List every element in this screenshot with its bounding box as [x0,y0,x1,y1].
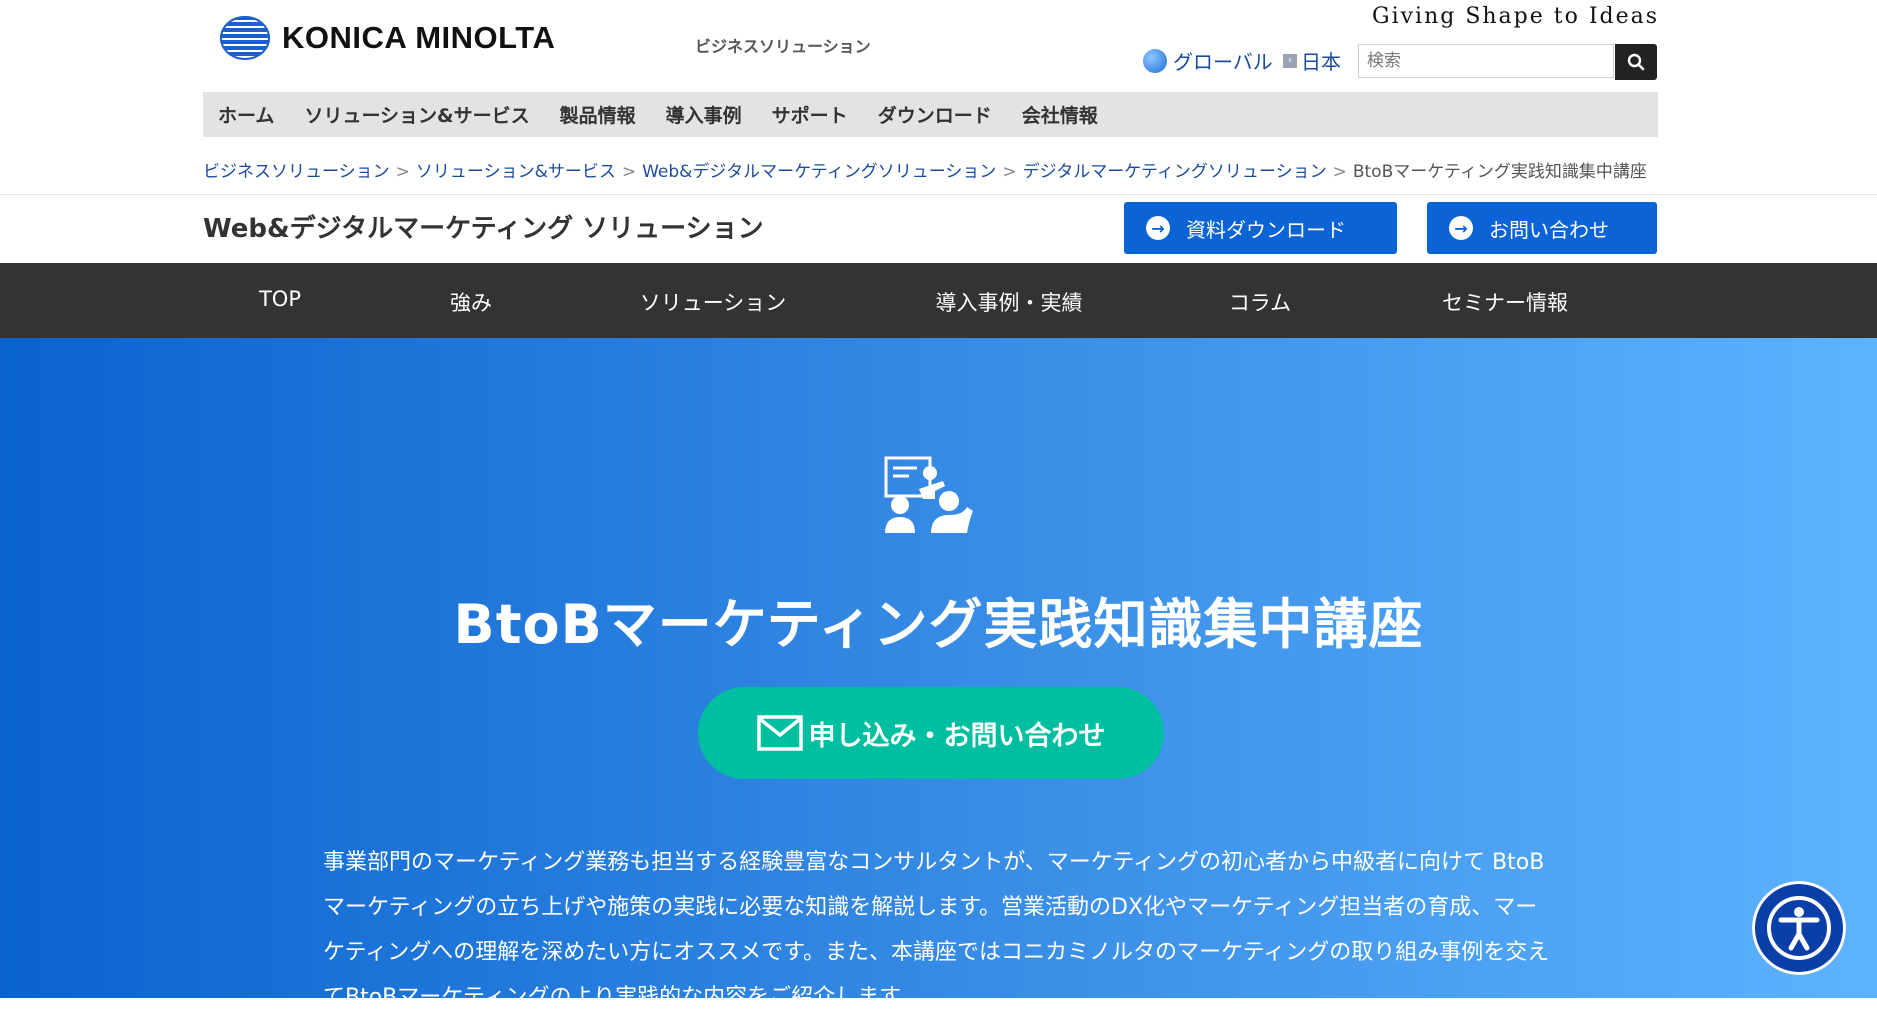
main-nav-item-home[interactable]: ホーム [218,101,274,128]
breadcrumb-link[interactable]: ソリューション&サービス [416,162,616,182]
apply-contact-button[interactable]: 申し込み・お問い合わせ [698,687,1164,779]
breadcrumb-current: BtoBマーケティング実践知識集中講座 [1352,162,1647,182]
lang-japan-label: 日本 [1301,50,1341,74]
breadcrumb-separator: > [1002,162,1017,182]
section-nav-item-seminar[interactable]: セミナー情報 [1442,287,1568,317]
main-nav-item-support[interactable]: サポート [772,101,848,128]
business-solution-label: ビジネスソリューション [695,37,871,56]
accessibility-button[interactable] [1752,881,1846,975]
tagline: Giving Shape to Ideas [1372,4,1660,29]
logo-text: KONICA MINOLTA [282,20,556,55]
search-button[interactable] [1615,44,1657,80]
search-icon [1627,53,1645,71]
contact-button[interactable]: → お問い合わせ [1427,202,1657,254]
download-button[interactable]: → 資料ダウンロード [1124,202,1397,254]
breadcrumb: ビジネスソリューション > ソリューション&サービス > Web&デジタルマーケティング… [203,157,1647,182]
main-nav-item-solutions[interactable]: ソリューション&サービス [304,101,529,128]
chevron-right-icon: › [1283,53,1297,68]
globe-icon [1143,48,1167,73]
main-nav-item-company[interactable]: 会社情報 [1022,101,1098,128]
company-logo[interactable]: KONICA MINOLTA [220,16,555,60]
breadcrumb-link[interactable]: デジタルマーケティングソリューション [1023,162,1327,182]
download-button-label: 資料ダウンロード [1186,217,1346,242]
mail-icon [756,715,803,751]
section-nav-item-solutions[interactable]: ソリューション [640,287,787,317]
section-nav-item-strengths[interactable]: 強み [450,287,492,317]
main-nav-item-download[interactable]: ダウンロード [878,101,992,128]
breadcrumb-link[interactable]: ビジネスソリューション [203,162,390,182]
search-input[interactable] [1358,44,1614,78]
solution-site-title[interactable]: Web&デジタルマーケティング ソリューション [203,208,764,245]
main-nav-item-products[interactable]: 製品情報 [560,101,636,128]
breadcrumb-separator: > [1332,162,1347,182]
arrow-right-circle-icon: → [1449,216,1473,240]
apply-contact-label: 申し込み・お問い合わせ [808,720,1106,752]
accessibility-icon [1767,896,1831,960]
section-nav-item-column[interactable]: コラム [1229,287,1291,317]
hero-title: BtoBマーケティング実践知識集中講座 [453,593,1424,656]
breadcrumb-link[interactable]: Web&デジタルマーケティングソリューション [642,162,996,182]
breadcrumb-separator: > [621,162,637,182]
main-nav-item-cases[interactable]: 導入事例 [666,101,742,128]
contact-button-label: お問い合わせ [1489,217,1609,242]
breadcrumb-separator: > [395,162,410,182]
section-nav-item-top[interactable]: TOP [259,287,301,311]
lang-global-link[interactable]: グローバル [1143,46,1273,75]
lang-global-label: グローバル [1173,50,1273,74]
arrow-right-circle-icon: → [1146,216,1170,240]
hero-description: 事業部門のマーケティング業務も担当する経験豊富なコンサルタントが、マーケティング… [323,850,1550,1010]
logo-globe-icon [220,16,270,60]
section-nav-item-cases[interactable]: 導入事例・実績 [936,287,1083,317]
divider [0,194,1877,195]
lang-japan-link[interactable]: › 日本 [1283,46,1341,75]
section-nav: TOP 強み ソリューション 導入事例・実績 コラム セミナー情報 [0,263,1877,338]
seminar-teacher-icon [884,456,973,533]
main-nav: ホーム ソリューション&サービス 製品情報 導入事例 サポート ダウンロード 会… [203,92,1658,137]
